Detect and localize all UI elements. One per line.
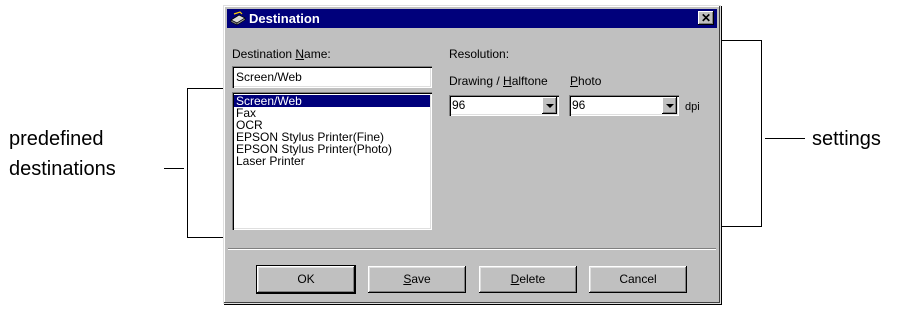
list-item-laser-printer[interactable]: Laser Printer [234, 155, 430, 167]
chevron-down-icon[interactable] [542, 97, 557, 114]
scanner-app-icon [230, 11, 246, 26]
delete-button[interactable]: Delete [479, 266, 577, 293]
drawing-halftone-value: 96 [452, 98, 466, 112]
close-button[interactable]: ✕ [698, 11, 714, 25]
chevron-down-icon[interactable] [662, 97, 677, 114]
callout-left-vertical [187, 88, 188, 237]
button-separator [228, 248, 716, 250]
destination-name-label: Destination Name: [232, 47, 331, 61]
resolution-label: Resolution: [449, 47, 510, 61]
cancel-button[interactable]: Cancel [589, 266, 687, 293]
destination-list[interactable]: Screen/Web Fax OCR EPSON Stylus Printer(… [232, 92, 432, 230]
ok-button[interactable]: OK [256, 265, 356, 294]
destination-dialog: Destination ✕ Destination Name: Screen/W… [223, 5, 721, 304]
annotation-settings: settings [812, 128, 881, 150]
save-label-rest: ave [411, 272, 431, 286]
photo-label-post: hoto [578, 74, 602, 88]
delete-key: D [510, 272, 520, 286]
photo-label: Photo [570, 74, 601, 88]
list-item-screen-web[interactable]: Screen/Web [234, 95, 430, 107]
annotation-destinations: destinations [9, 158, 116, 180]
callout-right-vertical [761, 40, 762, 226]
destination-name-input[interactable]: Screen/Web [232, 66, 432, 88]
drawing-halftone-label: Drawing / Halftone [449, 74, 548, 88]
close-icon: ✕ [700, 11, 712, 25]
destination-name-label-post: ame: [304, 47, 331, 61]
destination-name-label-key: N [295, 47, 305, 61]
photo-value: 96 [572, 98, 586, 112]
drawing-halftone-select[interactable]: 96 [449, 95, 559, 116]
title-bar[interactable]: Destination ✕ [227, 9, 717, 28]
dpi-unit-label: dpi [685, 101, 700, 113]
callout-right-stub [765, 138, 805, 139]
annotation-predefined: predefined [9, 128, 104, 150]
destination-name-label-pre: Destination [232, 47, 296, 61]
photo-label-key: P [570, 74, 579, 88]
photo-select[interactable]: 96 [569, 95, 679, 116]
list-item-fax[interactable]: Fax [234, 107, 430, 119]
save-button[interactable]: Save [368, 266, 466, 293]
window-title: Destination [249, 11, 320, 26]
drawing-label-key: H [503, 74, 512, 88]
delete-label-rest: elete [519, 272, 546, 286]
callout-left-stub [164, 168, 184, 169]
drawing-label-pre: Drawing / [449, 74, 504, 88]
drawing-label-post: alftone [511, 74, 548, 88]
